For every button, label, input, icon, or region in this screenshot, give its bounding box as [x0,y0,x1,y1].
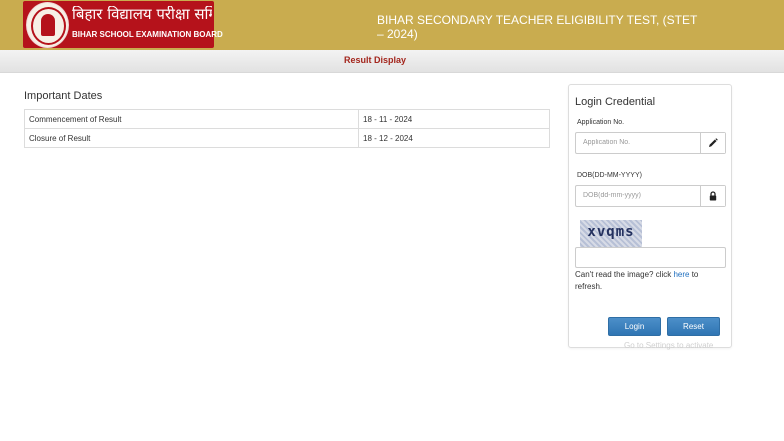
date-event-cell: Closure of Result [24,128,359,148]
nav-bar: Result Display [0,50,784,73]
exam-title: BIHAR SECONDARY TEACHER ELIGIBILITY TEST… [377,13,698,41]
board-seal-icon [26,2,69,48]
activation-watermark: Go to Settings to activate [624,341,714,350]
board-logo[interactable]: बिहार विद्यालय परीक्षा समिति BIHAR SCHOO… [23,1,223,48]
seal-figure [41,14,55,36]
reset-button[interactable]: Reset [667,317,720,336]
captcha-image: xvqms [580,220,642,248]
captcha-refresh-link[interactable]: here [673,270,689,279]
login-button[interactable]: Login [608,317,661,336]
org-name-english: BIHAR SCHOOL EXAMINATION BOARD [72,30,223,39]
date-event-cell: Commencement of Result [24,109,359,129]
application-number-input[interactable] [576,133,701,151]
date-value-cell: 18 - 12 - 2024 [358,128,550,148]
lock-icon [700,186,725,206]
nav-result-display[interactable]: Result Display [344,55,406,65]
important-dates-title: Important Dates [24,90,103,102]
date-value-cell: 18 - 11 - 2024 [358,109,550,129]
application-number-group [575,132,726,154]
refresh-prefix: Can't read the image? click [575,270,674,279]
application-number-label: Application No. [577,119,625,126]
dob-input[interactable] [576,186,701,204]
table-row: Closure of Result 18 - 12 - 2024 [24,128,550,148]
dob-group [575,185,726,207]
captcha-input[interactable] [575,247,726,268]
login-panel-title: Login Credential [575,96,656,108]
site-header: बिहार विद्यालय परीक्षा समिति BIHAR SCHOO… [0,0,784,50]
dob-label: DOB(DD-MM-YYYY) [577,172,642,179]
pencil-icon [700,133,725,153]
org-name-hindi: बिहार विद्यालय परीक्षा समिति [72,6,212,23]
login-panel: Login Credential Application No. DOB(DD-… [568,84,732,348]
captcha-refresh-text: Can't read the image? click here to refr… [575,269,725,293]
table-row: Commencement of Result 18 - 11 - 2024 [24,109,550,129]
captcha-text: xvqms [587,224,635,240]
important-dates-table: Commencement of Result 18 - 11 - 2024 Cl… [24,109,550,148]
